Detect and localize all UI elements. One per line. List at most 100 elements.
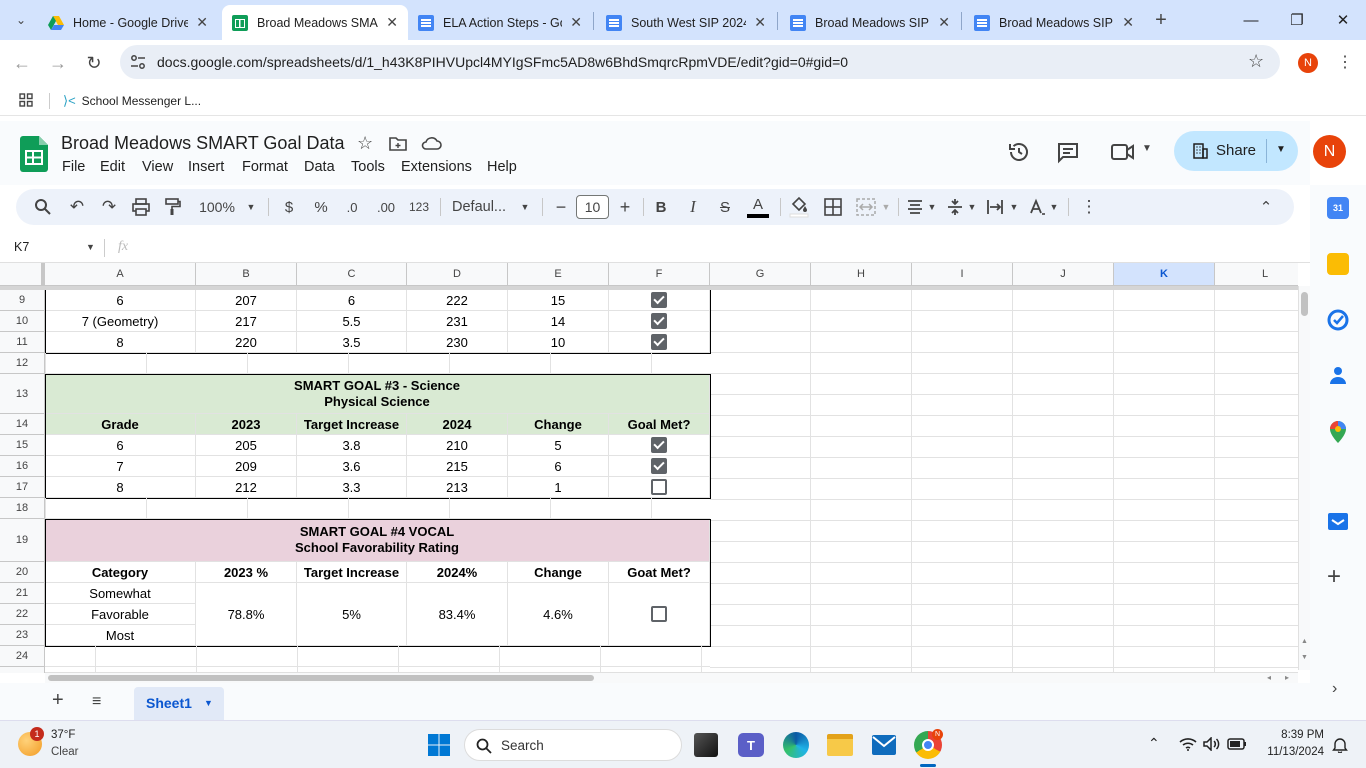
search-menus-icon[interactable] — [34, 198, 52, 216]
cell-d20[interactable]: 2024% — [407, 562, 508, 583]
row-header[interactable]: 11 — [0, 332, 45, 353]
cell-e20[interactable]: Change — [508, 562, 609, 583]
menu-edit[interactable]: Edit — [100, 159, 125, 175]
close-icon[interactable]: ✕ — [386, 14, 398, 31]
strikethrough-icon[interactable]: S — [716, 189, 734, 225]
column-header-i[interactable]: I — [912, 263, 1013, 286]
scroll-up-icon[interactable]: ▲ — [1301, 638, 1308, 645]
reload-icon[interactable]: ↻ — [81, 50, 107, 76]
cell-a21[interactable]: Somewhat — [45, 583, 196, 604]
cell-b17[interactable]: 212 — [196, 477, 297, 498]
close-icon[interactable]: ✕ — [1122, 14, 1134, 31]
cell-c15[interactable]: 3.8 — [297, 435, 407, 456]
cell-e21-merged[interactable]: 4.6% — [508, 583, 609, 646]
rotation-dropdown-icon[interactable]: ▼ — [1048, 189, 1060, 225]
tab-google-drive[interactable]: Home - Google Drive ✕ — [38, 5, 218, 40]
calendar-icon[interactable]: 31 — [1327, 197, 1349, 219]
row-header[interactable]: 15 — [0, 435, 45, 456]
tab-broad-meadows-sheet[interactable]: Broad Meadows SMA ✕ — [222, 5, 408, 40]
cell-a22[interactable]: Favorable — [45, 604, 196, 625]
vertical-scrollbar[interactable]: ▲ ▼ — [1298, 286, 1310, 670]
row-header[interactable]: 9 — [0, 290, 45, 311]
cell-d21-merged[interactable]: 83.4% — [407, 583, 508, 646]
scroll-right-icon[interactable]: ▸ — [1285, 673, 1289, 682]
row-header[interactable]: 18 — [0, 498, 45, 519]
row-header[interactable]: 17 — [0, 477, 45, 498]
comments-icon[interactable] — [1056, 140, 1080, 164]
text-rotation-icon[interactable] — [1028, 198, 1046, 216]
cell-a23[interactable]: Most — [45, 625, 196, 646]
menu-format[interactable]: Format — [242, 159, 288, 175]
menu-tools[interactable]: Tools — [351, 159, 385, 175]
empty-cells-area[interactable] — [710, 290, 1298, 673]
cell-e9[interactable]: 15 — [508, 290, 609, 311]
site-info-icon[interactable] — [130, 54, 146, 70]
tab-search-chevron-icon[interactable]: ⌄ — [8, 7, 34, 33]
close-icon[interactable]: ✕ — [938, 14, 950, 31]
goal-met-checkbox[interactable] — [651, 458, 667, 474]
cloud-saved-icon[interactable] — [420, 135, 442, 151]
column-header-j[interactable]: J — [1013, 263, 1114, 286]
cell-f20[interactable]: Goat Met? — [609, 562, 710, 583]
forward-arrow-icon[interactable]: → — [45, 50, 71, 76]
weather-temp[interactable]: 37°F — [51, 729, 75, 741]
cell-d17[interactable]: 213 — [407, 477, 508, 498]
row-header[interactable]: 21 — [0, 583, 45, 604]
document-title[interactable]: Broad Meadows SMART Goal Data — [61, 133, 344, 154]
maps-icon[interactable] — [1330, 421, 1346, 443]
restore-icon[interactable]: ❐ — [1274, 0, 1320, 40]
horizontal-scroll-thumb[interactable] — [48, 675, 594, 681]
cell-e14[interactable]: Change — [508, 414, 609, 435]
menu-view[interactable]: View — [142, 159, 173, 175]
zoom-select[interactable]: 100% — [196, 189, 238, 225]
cell-b21-merged[interactable]: 78.8% — [196, 583, 297, 646]
print-icon[interactable] — [132, 198, 150, 216]
more-tools-icon[interactable]: ⋮ — [1080, 189, 1098, 225]
row-header[interactable]: 10 — [0, 311, 45, 332]
halign-dropdown-icon[interactable]: ▼ — [926, 189, 938, 225]
row-header[interactable]: 22 — [0, 604, 45, 625]
weather-desc[interactable]: Clear — [51, 746, 78, 758]
goal-met-checkbox[interactable] — [651, 334, 667, 350]
goal-met-checkbox[interactable] — [651, 313, 667, 329]
share-button[interactable]: Share ▼ — [1174, 131, 1298, 171]
task-view-icon[interactable] — [694, 733, 718, 757]
italic-button[interactable]: I — [684, 189, 702, 225]
row-header[interactable]: 24 — [0, 646, 45, 667]
cell-d14[interactable]: 2024 — [407, 414, 508, 435]
bookmark-school-messenger[interactable]: ⟩< School Messenger L... — [63, 93, 201, 109]
column-header-g[interactable]: G — [710, 263, 811, 286]
cell-a20[interactable]: Category — [45, 562, 196, 583]
battery-icon[interactable] — [1227, 737, 1247, 751]
version-history-icon[interactable] — [1007, 140, 1031, 164]
menu-insert[interactable]: Insert — [188, 159, 224, 175]
cell-c10[interactable]: 5.5 — [297, 311, 407, 332]
all-sheets-menu-icon[interactable]: ≡ — [92, 693, 101, 711]
undo-icon[interactable]: ↶ — [66, 189, 88, 225]
teams-icon[interactable]: T — [738, 733, 764, 757]
cell-b15[interactable]: 205 — [196, 435, 297, 456]
file-explorer-icon[interactable] — [827, 734, 853, 756]
increase-font-size-icon[interactable]: + — [616, 189, 634, 225]
row-header[interactable] — [0, 667, 45, 673]
cell-b14[interactable]: 2023 — [196, 414, 297, 435]
apps-grid-icon[interactable] — [19, 93, 33, 107]
tab-broad-meadows-sip-2[interactable]: Broad Meadows SIP 2 ✕ — [964, 5, 1144, 40]
cell-a10[interactable]: 7 (Geometry) — [45, 311, 196, 332]
scroll-down-icon[interactable]: ▼ — [1301, 654, 1308, 661]
cell-f16[interactable] — [609, 456, 710, 477]
cell-f21-merged[interactable] — [609, 583, 710, 646]
cell-d16[interactable]: 215 — [407, 456, 508, 477]
cell-f15[interactable] — [609, 435, 710, 456]
column-header-l[interactable]: L — [1215, 263, 1298, 286]
cell-f11[interactable] — [609, 332, 710, 353]
cell-a16[interactable]: 7 — [45, 456, 196, 477]
back-arrow-icon[interactable]: ← — [9, 50, 35, 76]
cell-c17[interactable]: 3.3 — [297, 477, 407, 498]
sheets-logo-icon[interactable] — [20, 136, 48, 172]
star-icon[interactable]: ☆ — [357, 133, 373, 154]
goal-met-checkbox[interactable] — [651, 479, 667, 495]
cell-c14[interactable]: Target Increase — [297, 414, 407, 435]
meet-dropdown-icon[interactable]: ▼ — [1142, 143, 1152, 154]
address-bar[interactable]: docs.google.com/spreadsheets/d/1_h43K8PI… — [120, 45, 1280, 79]
